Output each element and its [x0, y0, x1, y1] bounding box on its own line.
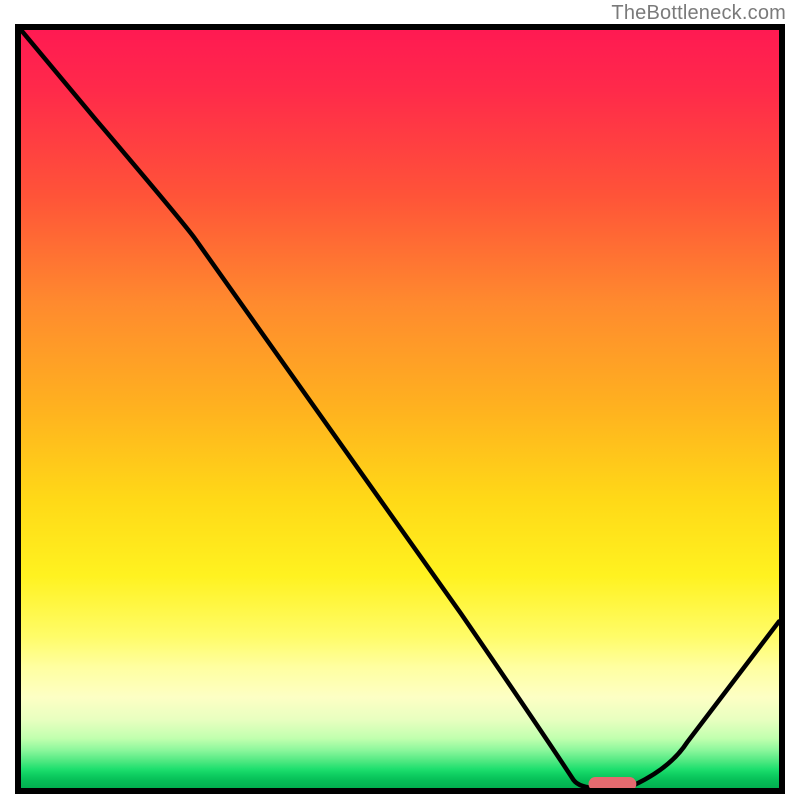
chart-frame: [15, 24, 785, 794]
bottleneck-curve: [21, 30, 779, 788]
optimal-marker: [589, 777, 637, 788]
watermark-text: TheBottleneck.com: [611, 2, 786, 25]
chart-plot: [21, 30, 779, 788]
